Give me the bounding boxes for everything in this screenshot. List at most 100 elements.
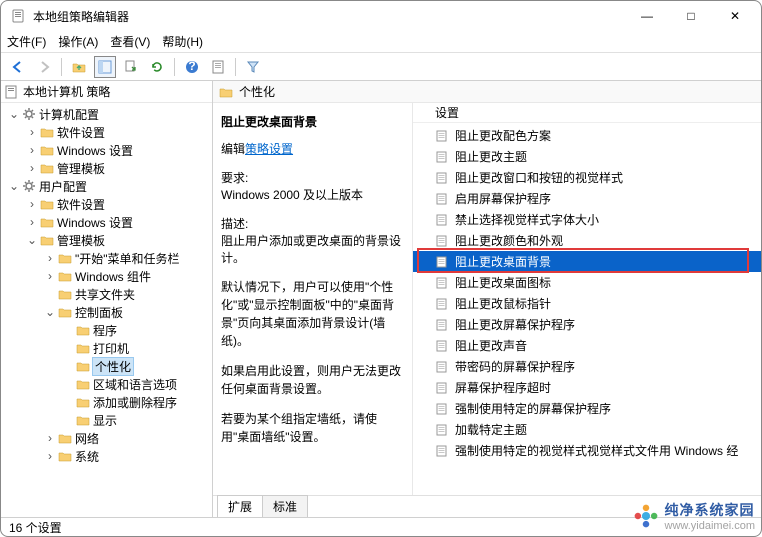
up-folder-button[interactable]: [68, 56, 90, 78]
chevron-right-icon[interactable]: ›: [25, 215, 39, 229]
description-p3: 若要为某个组指定墙纸，请使用"桌面墙纸"设置。: [221, 410, 404, 446]
list-row[interactable]: 禁止选择视觉样式字体大小: [413, 209, 761, 230]
list-row[interactable]: 屏幕保护程序超时: [413, 377, 761, 398]
tab-extended[interactable]: 扩展: [217, 495, 263, 517]
list-row[interactable]: 启用屏幕保护程序: [413, 188, 761, 209]
tree-item[interactable]: ›Windows 设置: [1, 141, 212, 159]
tree-item[interactable]: 区域和语言选项: [1, 375, 212, 393]
tree-item[interactable]: 程序: [1, 321, 212, 339]
menu-action[interactable]: 操作(A): [58, 33, 98, 50]
list-row[interactable]: 阻止更改声音: [413, 335, 761, 356]
chevron-right-icon[interactable]: ›: [43, 269, 57, 283]
folder-icon: [57, 288, 73, 300]
tree-item[interactable]: 个性化: [1, 357, 212, 375]
tree-item[interactable]: ›网络: [1, 429, 212, 447]
list-row[interactable]: 阻止更改鼠标指针: [413, 293, 761, 314]
list-item-label: 带密码的屏幕保护程序: [455, 358, 575, 375]
content-area: 阻止更改桌面背景 编辑策略设置 要求: Windows 2000 及以上版本 描…: [213, 103, 761, 495]
list-row[interactable]: 阻止更改窗口和按钮的视觉样式: [413, 167, 761, 188]
list-row[interactable]: 阻止更改配色方案: [413, 125, 761, 146]
window-controls: — □ ✕: [625, 2, 757, 30]
list-row[interactable]: 强制使用特定的屏幕保护程序: [413, 398, 761, 419]
chevron-right-icon[interactable]: ›: [43, 251, 57, 265]
watermark-url: www.yidaimei.com: [665, 520, 755, 532]
list-row[interactable]: 加载特定主题: [413, 419, 761, 440]
chevron-right-icon[interactable]: ›: [43, 449, 57, 463]
gear-icon: [21, 107, 37, 121]
list-row[interactable]: 强制使用特定的视觉样式视觉样式文件用 Windows 经: [413, 440, 761, 461]
tree-item[interactable]: ⌄控制面板: [1, 303, 212, 321]
chevron-down-icon[interactable]: ⌄: [7, 179, 21, 193]
tree-item[interactable]: 打印机: [1, 339, 212, 357]
list-row[interactable]: 带密码的屏幕保护程序: [413, 356, 761, 377]
filter-button[interactable]: [242, 56, 264, 78]
setting-icon: [435, 129, 449, 143]
folder-icon: [57, 432, 73, 444]
description-label: 描述:: [221, 215, 404, 232]
export-list-button[interactable]: [120, 56, 142, 78]
chevron-down-icon[interactable]: ⌄: [25, 233, 39, 247]
chevron-right-icon[interactable]: ›: [25, 143, 39, 157]
list-row[interactable]: 阻止更改桌面图标: [413, 272, 761, 293]
folder-icon: [39, 126, 55, 138]
chevron-right-icon[interactable]: ›: [43, 431, 57, 445]
chevron-down-icon[interactable]: ⌄: [7, 107, 21, 121]
tree-item[interactable]: ›"开始"菜单和任务栏: [1, 249, 212, 267]
edit-link-row: 编辑策略设置: [221, 140, 404, 157]
tree-item[interactable]: ›管理模板: [1, 159, 212, 177]
properties-button[interactable]: [207, 56, 229, 78]
folder-icon: [39, 144, 55, 156]
list-row[interactable]: 阻止更改屏幕保护程序: [413, 314, 761, 335]
breadcrumb-label: 个性化: [239, 83, 275, 100]
chevron-right-icon[interactable]: ›: [25, 125, 39, 139]
tree-header[interactable]: 本地计算机 策略: [1, 81, 212, 103]
menu-help[interactable]: 帮助(H): [162, 33, 203, 50]
list-header[interactable]: 设置: [413, 103, 761, 123]
setting-icon: [435, 276, 449, 290]
list-row[interactable]: 阻止更改颜色和外观: [413, 230, 761, 251]
menu-view[interactable]: 查看(V): [110, 33, 150, 50]
tree-body[interactable]: ⌄计算机配置›软件设置›Windows 设置›管理模板⌄用户配置›软件设置›Wi…: [1, 103, 212, 517]
watermark: 纯净系统家园 www.yidaimei.com: [633, 500, 755, 532]
forward-button[interactable]: [33, 56, 55, 78]
tree-item[interactable]: ⌄ 管理模板: [1, 231, 212, 249]
tree-item[interactable]: 共享文件夹: [1, 285, 212, 303]
tree-item[interactable]: ›Windows 组件: [1, 267, 212, 285]
tab-standard[interactable]: 标准: [262, 495, 308, 517]
settings-list-pane: ▲ ▼ 设置 阻止更改配色方案阻止更改主题阻止更改窗口和按钮的视觉样式启用屏幕保…: [413, 103, 761, 495]
setting-icon: [435, 318, 449, 332]
tree-item[interactable]: 添加或删除程序: [1, 393, 212, 411]
tree-item-label: 软件设置: [57, 196, 105, 213]
list-row[interactable]: 阻止更改主题: [413, 146, 761, 167]
back-button[interactable]: [7, 56, 29, 78]
list-item-label: 阻止更改桌面背景: [455, 253, 551, 270]
settings-list[interactable]: 阻止更改配色方案阻止更改主题阻止更改窗口和按钮的视觉样式启用屏幕保护程序禁止选择…: [413, 123, 761, 495]
setting-icon: [435, 297, 449, 311]
tree-item[interactable]: ›Windows 设置: [1, 213, 212, 231]
menu-file[interactable]: 文件(F): [7, 33, 46, 50]
edit-policy-link[interactable]: 策略设置: [245, 142, 293, 156]
close-button[interactable]: ✕: [713, 2, 757, 30]
tree-item[interactable]: ⌄用户配置: [1, 177, 212, 195]
maximize-button[interactable]: □: [669, 2, 713, 30]
tree-item[interactable]: ›系统: [1, 447, 212, 465]
tree-item[interactable]: ⌄计算机配置: [1, 105, 212, 123]
list-item-label: 阻止更改屏幕保护程序: [455, 316, 575, 333]
tree-item[interactable]: ›软件设置: [1, 123, 212, 141]
watermark-logo-icon: [633, 503, 659, 529]
list-row[interactable]: 阻止更改桌面背景: [413, 251, 761, 272]
folder-icon: [39, 234, 55, 246]
list-item-label: 阻止更改配色方案: [455, 127, 551, 144]
tree-item[interactable]: 显示: [1, 411, 212, 429]
help-button[interactable]: ?: [181, 56, 203, 78]
chevron-right-icon[interactable]: ›: [25, 161, 39, 175]
tree-item[interactable]: › 软件设置: [1, 195, 212, 213]
show-hide-tree-button[interactable]: [94, 56, 116, 78]
setting-icon: [435, 192, 449, 206]
chevron-right-icon[interactable]: ›: [25, 197, 39, 211]
refresh-button[interactable]: [146, 56, 168, 78]
minimize-button[interactable]: —: [625, 2, 669, 30]
requirements-section: 要求: Windows 2000 及以上版本: [221, 169, 404, 203]
tree-item-label: 管理模板: [57, 232, 105, 249]
chevron-down-icon[interactable]: ⌄: [43, 305, 57, 319]
